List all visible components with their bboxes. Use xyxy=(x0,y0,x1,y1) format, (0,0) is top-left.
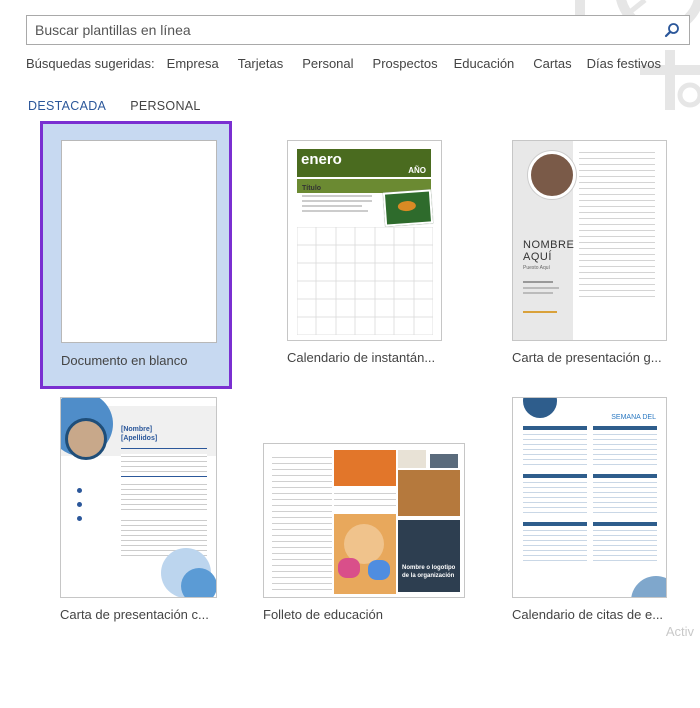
template-caption: Calendario de instantán... xyxy=(287,350,436,365)
calendar-title: Título xyxy=(302,185,322,192)
letter-name-2: AQUÍ xyxy=(523,251,552,263)
tab-destacada[interactable]: DESTACADA xyxy=(28,99,106,113)
suggestion-link-prospectos[interactable]: Prospectos xyxy=(373,56,438,71)
brochure-org-name: Nombre o logotipo de la organización xyxy=(402,565,456,579)
cover-letter-thumbnail: NOMBRE AQUÍ Puesto Aquí xyxy=(512,140,667,341)
template-tile-blank[interactable]: Documento en blanco xyxy=(40,121,232,389)
resume-photo xyxy=(65,418,107,460)
blank-document-thumbnail xyxy=(61,140,217,343)
template-tile-brochure[interactable]: Nombre o logotipo de la organización Fol… xyxy=(263,443,465,708)
suggestion-link-empresa[interactable]: Empresa xyxy=(167,56,219,71)
brochure-thumbnail: Nombre o logotipo de la organización xyxy=(263,443,465,598)
template-caption: Carta de presentación g... xyxy=(512,350,662,365)
appointment-calendar-thumbnail: SEMANA DEL xyxy=(512,397,667,598)
activation-watermark: Activ xyxy=(665,624,694,639)
template-tile-cover-letter[interactable]: NOMBRE AQUÍ Puesto Aquí Carta de present… xyxy=(512,140,700,405)
template-caption: Folleto de educación xyxy=(263,607,383,622)
search-input[interactable] xyxy=(27,16,655,44)
calendar-thumbnail: enero AÑO Título xyxy=(287,140,442,341)
calendar-photo xyxy=(382,189,434,227)
suggested-searches: Búsquedas sugeridas: Empresa Tarjetas Pe… xyxy=(26,56,679,71)
template-caption: Documento en blanco xyxy=(61,353,188,368)
resume-name: [Nombre] xyxy=(121,426,153,433)
template-caption: Carta de presentación c... xyxy=(60,607,209,622)
calendar-year: AÑO xyxy=(408,166,426,175)
brochure-photo xyxy=(334,514,396,594)
suggestion-link-personal[interactable]: Personal xyxy=(302,56,353,71)
suggestion-link-dias-festivos[interactable]: Días festivos xyxy=(587,56,661,71)
template-tabs: DESTACADA PERSONAL xyxy=(28,99,201,113)
search-box xyxy=(26,15,690,45)
calendar-grid xyxy=(297,227,433,335)
search-icon xyxy=(664,23,679,38)
template-caption: Calendario de citas de e... xyxy=(512,607,664,622)
profile-photo xyxy=(528,151,576,199)
template-tile-appointment-calendar[interactable]: SEMANA DEL Calendario de citas de e... xyxy=(512,397,700,662)
suggested-searches-label: Búsquedas sugeridas: xyxy=(26,56,155,71)
suggestion-link-cartas[interactable]: Cartas xyxy=(533,56,571,71)
search-button[interactable] xyxy=(655,16,689,44)
resume-lastname: [Apellidos] xyxy=(121,435,158,442)
cover-letter-blue-thumbnail: [Nombre] [Apellidos] xyxy=(60,397,217,598)
template-tile-calendar[interactable]: enero AÑO Título Calendario de instantán… xyxy=(287,140,483,405)
suggestion-link-tarjetas[interactable]: Tarjetas xyxy=(238,56,284,71)
letter-subtitle: Puesto Aquí xyxy=(523,265,550,271)
tab-personal[interactable]: PERSONAL xyxy=(130,99,200,113)
calendar-header: enero AÑO xyxy=(297,149,431,177)
letter-name: NOMBRE xyxy=(523,239,575,251)
template-tile-cover-letter-blue[interactable]: [Nombre] [Apellidos] Carta de presentaci… xyxy=(60,397,256,662)
suggestion-link-educacion[interactable]: Educación xyxy=(454,56,515,71)
appointment-week-title: SEMANA DEL xyxy=(611,414,656,421)
calendar-month: enero xyxy=(301,151,342,168)
